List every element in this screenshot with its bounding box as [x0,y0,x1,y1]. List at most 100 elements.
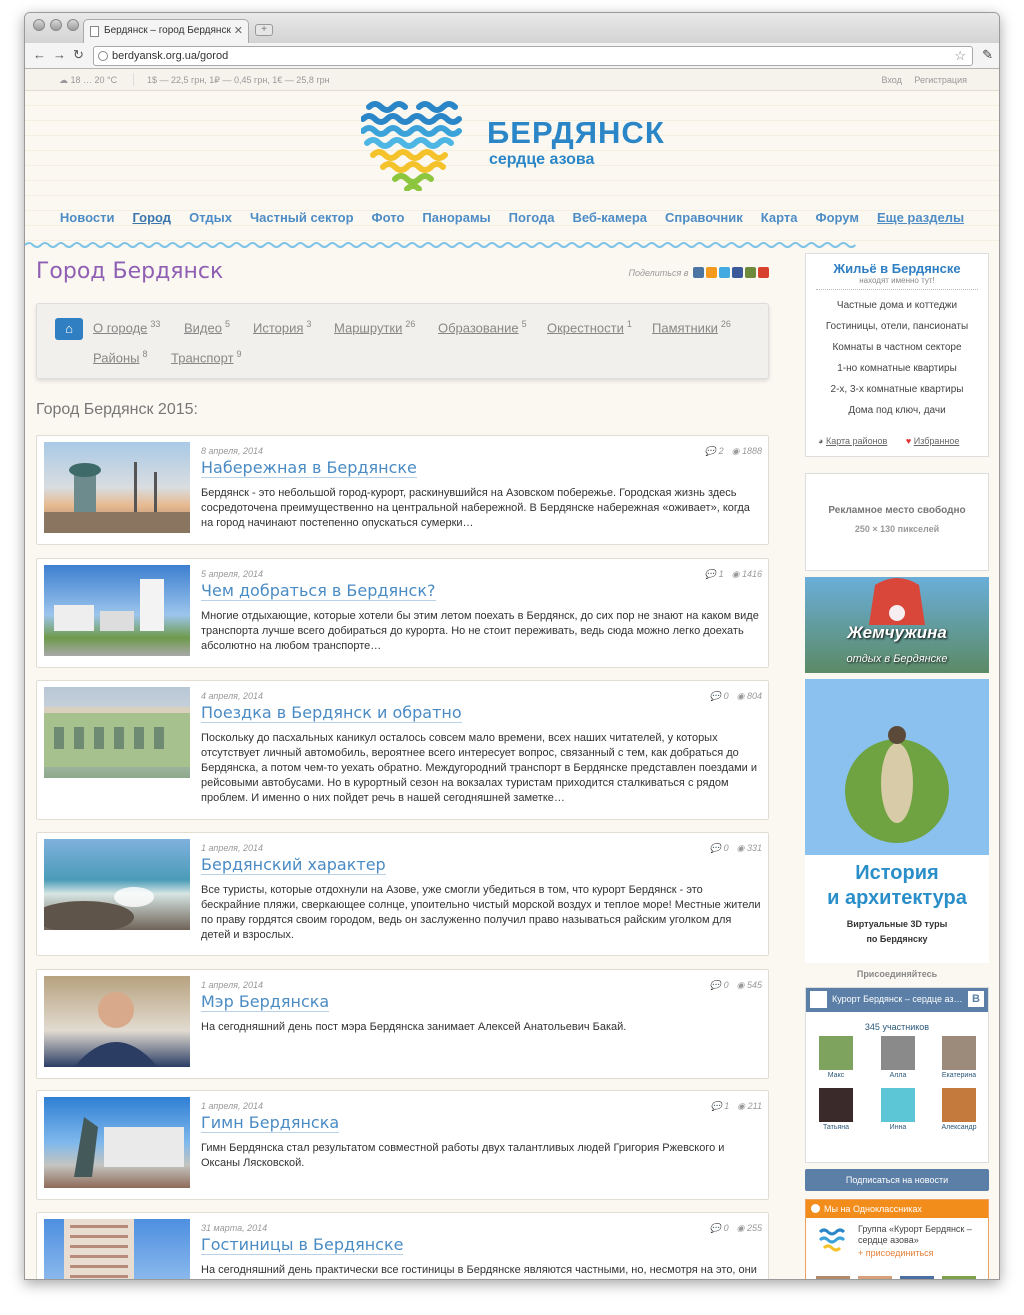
googleplus-share-icon[interactable] [758,267,769,278]
nav-directory[interactable]: Справочник [665,210,743,225]
article-thumbnail[interactable] [44,1097,190,1188]
article-thumbnail[interactable] [44,1219,190,1279]
member-avatar[interactable]: Татьяна [816,1088,856,1131]
facebook-share-icon[interactable] [732,267,743,278]
article-excerpt: Бердянск - это небольшой город-курорт, р… [201,487,750,529]
article-title[interactable]: Чем добраться в Бердянск? [201,581,436,601]
home-icon[interactable]: ⌂ [55,318,83,340]
mailru-share-icon[interactable] [745,267,756,278]
subnav-about[interactable]: О городе 33 [93,319,160,335]
browser-window: Бердянск – город Бердянск ✕ + ← → ↻ berd… [24,12,1000,1280]
article-date: 1 апреля, 2014 [201,1101,263,1111]
ok-join-link[interactable]: + присоединиться [858,1248,934,1258]
subnav-surroundings[interactable]: Окрестности 1 [547,319,632,335]
subnav-minibuses[interactable]: Маршрутки 26 [334,319,415,335]
ad-size: 250 × 130 пикселей [854,524,940,534]
member-avatar[interactable]: Инна [878,1088,918,1131]
close-window-button[interactable] [33,19,45,31]
vk-icon: В [968,991,984,1007]
member-avatar[interactable]: Макс [816,1036,856,1079]
minimize-window-button[interactable] [50,19,62,31]
article-title[interactable]: Гимн Бердянска [201,1113,340,1133]
back-arrow-icon[interactable]: ← [33,47,46,62]
close-tab-icon[interactable]: ✕ [234,24,243,37]
article-excerpt: Гимн Бердянска стал результатом совместн… [201,1142,725,1169]
nav-photo[interactable]: Фото [372,210,405,225]
article-title[interactable]: Мэр Бердянска [201,992,330,1012]
article-thumbnail[interactable] [44,442,190,533]
member-avatar[interactable] [858,1276,892,1279]
heart-logo-icon[interactable] [361,99,467,191]
member-avatar[interactable] [942,1276,976,1279]
ad-placeholder[interactable]: Рекламное место свободно 250 × 130 пиксе… [805,473,989,571]
nav-rest[interactable]: Отдых [189,210,232,225]
hotel-image [64,1219,134,1279]
housing-item[interactable]: Частные дома и коттеджи [806,300,988,311]
subnav-video[interactable]: Видео 5 [184,319,230,335]
housing-item[interactable]: 1-но комнатные квартиры [806,363,988,374]
article-date: 1 апреля, 2014 [201,843,263,853]
comment-icon: 💬 0 [709,843,729,853]
map-link[interactable]: Карта районов [826,436,887,446]
browser-tab[interactable]: Бердянск – город Бердянск ✕ [83,19,249,43]
subnav-education[interactable]: Образование 5 [438,319,527,335]
tiny-planet-image [805,679,989,855]
vk-widget: Курорт Бердянск – сердце аз… В 345 участ… [805,987,989,1163]
nav-weather[interactable]: Погода [509,210,555,225]
vk-share-icon[interactable] [693,267,704,278]
new-tab-button[interactable]: + [255,24,273,36]
nav-webcam[interactable]: Веб-камера [572,210,647,225]
ok-group-name[interactable]: Группа «Курорт Бердянск – сердце азова» [858,1224,982,1246]
nav-private-sector[interactable]: Частный сектор [250,210,354,225]
article-title[interactable]: Набережная в Бердянске [201,458,417,478]
nav-news[interactable]: Новости [60,210,115,225]
article-thumbnail[interactable] [44,565,190,656]
favorites-link[interactable]: Избранное [914,436,960,446]
member-avatar[interactable] [816,1276,850,1279]
nav-map[interactable]: Карта [761,210,798,225]
member-avatar[interactable]: Александр [939,1088,979,1131]
pearl-banner[interactable]: Жемчужина отдых в Бердянске [805,577,989,673]
address-bar[interactable]: berdyansk.org.ua/gorod ☆ [93,46,973,66]
history-banner[interactable]: История и архитектура Виртуальные 3D туры… [805,679,989,963]
member-avatar[interactable]: Алла [878,1036,918,1079]
subnav-history[interactable]: История 3 [253,319,311,335]
subnav-districts[interactable]: Районы 8 [93,349,148,365]
nav-forum[interactable]: Форум [815,210,858,225]
twitter-share-icon[interactable] [719,267,730,278]
bookmark-star-icon[interactable]: ☆ [954,48,966,64]
login-link[interactable]: Вход [881,75,901,85]
subscribe-button[interactable]: Подписаться на новости [805,1169,989,1191]
reload-icon[interactable]: ↻ [73,47,84,63]
article-date: 5 апреля, 2014 [201,569,263,579]
housing-item[interactable]: Комнаты в частном секторе [806,342,988,353]
member-avatar[interactable] [900,1276,934,1279]
vk-header[interactable]: Курорт Бердянск – сердце аз… В [806,988,988,1012]
subnav-transport[interactable]: Транспорт 9 [171,349,242,365]
nav-more-sections[interactable]: Еще разделы [877,210,964,225]
zoom-window-button[interactable] [67,19,79,31]
comment-icon: 💬 1 [704,569,724,579]
nav-city[interactable]: Город [132,210,171,225]
housing-title[interactable]: Жильё в Бердянске [806,261,988,276]
forward-arrow-icon[interactable]: → [53,47,66,62]
views-icon: ◉ 545 [736,980,762,990]
member-avatar[interactable]: Екатерина [939,1036,979,1079]
subnav-monuments[interactable]: Памятники 26 [652,319,731,335]
article-thumbnail[interactable] [44,687,190,778]
article-thumbnail[interactable] [44,976,190,1067]
housing-item[interactable]: Дома под ключ, дачи [806,405,988,416]
ok-share-icon[interactable] [706,267,717,278]
logo-title[interactable]: БЕРДЯНСК [487,115,665,151]
article-date: 8 апреля, 2014 [201,446,263,456]
article-title[interactable]: Поездка в Бердянск и обратно [201,703,462,723]
wrench-icon[interactable]: ✎ [982,47,993,63]
nav-panoramas[interactable]: Панорамы [422,210,490,225]
article-title[interactable]: Бердянский характер [201,855,386,875]
housing-item[interactable]: 2-х, 3-х комнатные квартиры [806,384,988,395]
article-thumbnail[interactable] [44,839,190,930]
ok-header: Мы на Одноклассниках [806,1200,988,1218]
register-link[interactable]: Регистрация [914,75,967,85]
article-title[interactable]: Гостиницы в Бердянске [201,1235,404,1255]
housing-item[interactable]: Гостиницы, отели, пансионаты [806,321,988,332]
